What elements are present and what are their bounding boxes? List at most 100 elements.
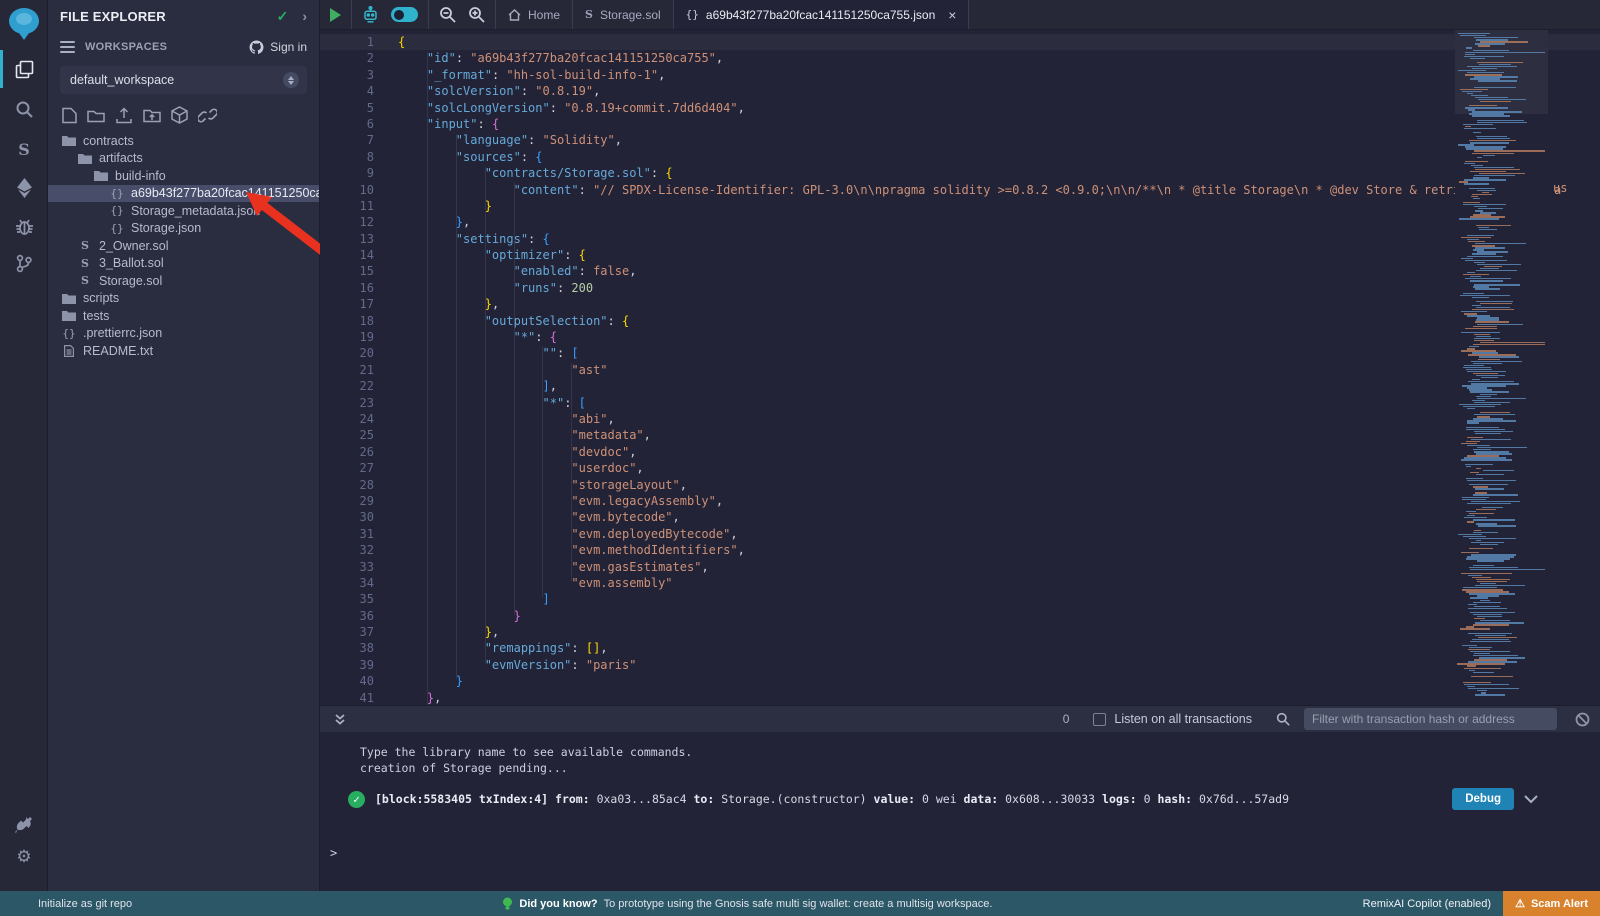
tree-item[interactable]: {}a69b43f277ba20fcac141151250ca7... — [48, 185, 319, 203]
github-sign-in-button[interactable]: Sign in — [249, 40, 307, 54]
zoom-in-icon[interactable] — [468, 6, 485, 23]
tree-item[interactable]: artifacts — [48, 150, 319, 168]
editor-line[interactable]: 34 "evm.assembly" — [320, 575, 1600, 591]
workspace-name: default_workspace — [70, 73, 283, 87]
listen-all-transactions-checkbox[interactable] — [1093, 713, 1106, 726]
plugin-manager-icon[interactable] — [0, 808, 48, 842]
tab-storage-sol[interactable]: SStorage.sol — [573, 0, 674, 29]
editor-line[interactable]: 9 "contracts/Storage.sol": { — [320, 165, 1600, 181]
listen-all-transactions-label[interactable]: Listen on all transactions — [1114, 712, 1252, 726]
tree-item[interactable]: README.txt — [48, 342, 319, 360]
editor-line[interactable]: 29 "evm.legacyAssembly", — [320, 493, 1600, 509]
editor-line[interactable]: 12 }, — [320, 214, 1600, 230]
upload-file-icon[interactable] — [115, 107, 133, 124]
editor-line[interactable]: 14 "optimizer": { — [320, 247, 1600, 263]
editor-line[interactable]: 25 "metadata", — [320, 427, 1600, 443]
status-bar: Initialize as git repo Did you know? To … — [0, 891, 1600, 916]
tx-expand-chevron-icon[interactable] — [1524, 795, 1538, 804]
tree-item[interactable]: tests — [48, 307, 319, 325]
upload-folder-icon[interactable] — [143, 107, 161, 123]
minimap[interactable] — [1455, 30, 1548, 705]
tree-item[interactable]: build-info — [48, 167, 319, 185]
remixai-robot-icon[interactable] — [362, 6, 379, 23]
copilot-toggle[interactable] — [391, 7, 418, 22]
solidity-compiler-icon[interactable]: S — [0, 132, 48, 166]
git-init-status[interactable]: Initialize as git repo — [38, 898, 132, 910]
editor-line[interactable]: 18 "outputSelection": { — [320, 313, 1600, 329]
workspace-select[interactable]: default_workspace — [60, 66, 307, 94]
terminal-body[interactable]: Type the library name to see available c… — [320, 732, 1600, 891]
tree-item[interactable]: S2_Owner.sol — [48, 237, 319, 255]
editor-line[interactable]: 28 "storageLayout", — [320, 477, 1600, 493]
editor-line[interactable]: 27 "userdoc", — [320, 460, 1600, 476]
editor-line[interactable]: 1{ — [320, 34, 1600, 50]
close-tab-icon[interactable]: × — [948, 7, 956, 23]
editor-line[interactable]: 32 "evm.methodIdentifiers", — [320, 542, 1600, 558]
editor-line[interactable]: 33 "evm.gasEstimates", — [320, 559, 1600, 575]
transaction-filter-input[interactable] — [1304, 708, 1557, 730]
chevron-right-icon[interactable]: › — [302, 8, 307, 24]
editor-line[interactable]: 23 "*": [ — [320, 395, 1600, 411]
editor-line[interactable]: 11 } — [320, 198, 1600, 214]
copilot-status[interactable]: RemixAI Copilot (enabled) — [1363, 898, 1491, 910]
editor-line[interactable]: 3 "_format": "hh-sol-build-info-1", — [320, 67, 1600, 83]
editor-line[interactable]: 38 "remappings": [], — [320, 640, 1600, 656]
clear-console-icon[interactable] — [1575, 712, 1590, 727]
editor-line[interactable]: 2 "id": "a69b43f277ba20fcac141151250ca75… — [320, 50, 1600, 66]
editor-line[interactable]: 22 ], — [320, 378, 1600, 394]
editor-line[interactable]: 4 "solcVersion": "0.8.19", — [320, 83, 1600, 99]
debugger-icon[interactable] — [0, 210, 48, 244]
tab-a69b43f277ba20fcac141151250ca755-json[interactable]: {}a69b43f277ba20fcac141151250ca755.json× — [674, 0, 970, 29]
tree-item[interactable]: {}Storage.json — [48, 220, 319, 238]
scam-alert-badge[interactable]: ⚠ Scam Alert — [1503, 891, 1600, 916]
editor-line[interactable]: 17 }, — [320, 296, 1600, 312]
editor-line[interactable]: 15 "enabled": false, — [320, 263, 1600, 279]
tree-item[interactable]: {}.prettierrc.json — [48, 325, 319, 343]
new-file-icon[interactable] — [62, 107, 77, 124]
settings-gear-icon[interactable]: ⚙ — [0, 840, 48, 874]
zoom-out-icon[interactable] — [439, 6, 456, 23]
workspaces-menu-icon[interactable] — [60, 41, 75, 53]
editor-line[interactable]: 24 "abi", — [320, 411, 1600, 427]
terminal-prompt[interactable]: > — [330, 846, 337, 860]
editor-line[interactable]: 13 "settings": { — [320, 231, 1600, 247]
editor-line[interactable]: 6 "input": { — [320, 116, 1600, 132]
collapse-terminal-icon[interactable] — [334, 713, 346, 726]
editor-line[interactable]: 16 "runs": 200 — [320, 280, 1600, 296]
editor-line[interactable]: 5 "solcLongVersion": "0.8.19+commit.7dd6… — [320, 100, 1600, 116]
deploy-run-icon[interactable] — [0, 171, 48, 205]
tab-home[interactable]: Home — [496, 0, 573, 29]
tree-item[interactable]: S3_Ballot.sol — [48, 255, 319, 273]
link-icon[interactable] — [198, 108, 217, 123]
debug-button[interactable]: Debug — [1452, 788, 1514, 810]
editor-line[interactable]: 31 "evm.deployedBytecode", — [320, 526, 1600, 542]
editor-line[interactable]: 7 "language": "Solidity", — [320, 132, 1600, 148]
editor-line[interactable]: 40 } — [320, 673, 1600, 689]
git-icon[interactable] — [0, 246, 48, 280]
editor-line[interactable]: 35 ] — [320, 591, 1600, 607]
new-folder-icon[interactable] — [87, 108, 105, 123]
editor-line[interactable]: 41 }, — [320, 690, 1600, 705]
tree-item[interactable]: {}Storage_metadata.json — [48, 202, 319, 220]
editor-line[interactable]: 19 "*": { — [320, 329, 1600, 345]
editor-line[interactable]: 20 "": [ — [320, 345, 1600, 361]
code-editor[interactable]: 1{2 "id": "a69b43f277ba20fcac141151250ca… — [320, 30, 1600, 705]
editor-line[interactable]: 39 "evmVersion": "paris" — [320, 657, 1600, 673]
remix-logo-icon[interactable] — [0, 6, 48, 40]
editor-line[interactable]: 21 "ast" — [320, 362, 1600, 378]
search-icon[interactable] — [0, 92, 48, 126]
editor-line[interactable]: 26 "devdoc", — [320, 444, 1600, 460]
editor-line[interactable]: 30 "evm.bytecode", — [320, 509, 1600, 525]
editor-line[interactable]: 10 "content": "// SPDX-License-Identifie… — [320, 182, 1600, 198]
terminal-log: Type the library name to see available c… — [360, 744, 692, 776]
transaction-row[interactable]: ✓ [block:5583405 txIndex:4] from: 0xa03.… — [348, 788, 1538, 810]
tree-item[interactable]: contracts — [48, 132, 319, 150]
run-script-button[interactable] — [330, 8, 341, 22]
editor-line[interactable]: 37 }, — [320, 624, 1600, 640]
tree-item[interactable]: scripts — [48, 290, 319, 308]
cube-icon[interactable] — [171, 106, 188, 124]
tree-item[interactable]: SStorage.sol — [48, 272, 319, 290]
editor-line[interactable]: 8 "sources": { — [320, 149, 1600, 165]
editor-line[interactable]: 36 } — [320, 608, 1600, 624]
file-explorer-icon[interactable] — [0, 52, 48, 86]
